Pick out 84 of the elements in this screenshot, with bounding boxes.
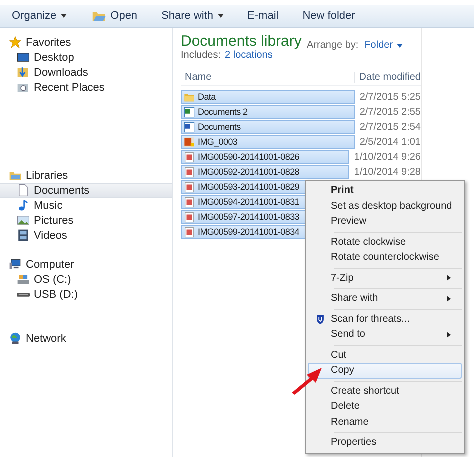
date-modified: 2/5/2014 1:01	[358, 136, 421, 148]
toolbar-button[interactable]: Organize	[6, 8, 73, 24]
nav-group-label[interactable]: Computer	[26, 258, 74, 270]
caret-icon	[60, 14, 67, 18]
file-name: IMG00592-20141001-0828	[198, 167, 300, 177]
image-file-icon	[184, 196, 195, 208]
image-file-icon	[184, 212, 195, 222]
image-file-icon	[184, 182, 195, 192]
locations-link[interactable]: 2 locations	[225, 50, 273, 61]
media-file-icon	[184, 136, 195, 148]
includes-label: Includes:	[181, 50, 222, 61]
toolbar-button[interactable]: Share with	[156, 8, 230, 24]
menu-item[interactable]: Rename	[308, 414, 462, 430]
file-name: Documents	[198, 122, 241, 132]
nav-item[interactable]: Recent Places	[0, 80, 172, 95]
nav-group-label[interactable]: Favorites	[26, 36, 72, 48]
globe-icon	[9, 332, 22, 345]
date-modified: 1/10/2014 9:26	[353, 152, 421, 162]
nav-item[interactable]: Desktop	[0, 50, 172, 65]
menu-item[interactable]: 7-Zip	[308, 270, 462, 286]
menu-item[interactable]: Preview	[308, 214, 462, 230]
menu-item[interactable]: Set as desktop background	[308, 198, 462, 214]
image-file-icon	[184, 226, 195, 238]
toolbar-button[interactable]: E-mail	[242, 8, 285, 24]
nav-item[interactable]: Downloads	[0, 65, 172, 80]
submenu-arrow-icon	[447, 275, 451, 282]
menu-item[interactable]: Delete	[308, 399, 462, 414]
library-title: Documents library	[181, 33, 301, 50]
submenu-arrow-icon	[447, 296, 451, 302]
drive-icon	[17, 292, 30, 296]
menu-item[interactable]: Rotate counterclockwise	[308, 250, 462, 266]
file-name: IMG00593-20141001-0829	[198, 182, 300, 192]
menu-item[interactable]: Share with	[308, 291, 462, 306]
date-modified: 2/7/2015 2:55	[358, 106, 421, 118]
menu-item[interactable]: Create shortcut	[308, 384, 462, 399]
file-name: Data	[198, 92, 216, 102]
nav-item[interactable]: Videos	[0, 228, 172, 243]
film-icon	[17, 229, 30, 242]
caret-icon	[397, 44, 404, 48]
file-name: IMG00597-20141001-0833	[198, 212, 300, 222]
toolbar-button[interactable]: Open	[84, 7, 144, 25]
file-name: Documents 2	[198, 107, 248, 117]
shield-icon	[314, 314, 326, 325]
date-modified: 1/10/2014 9:28	[353, 166, 421, 178]
arrange-label: Arrange by:	[307, 40, 359, 51]
date-modified: 2/7/2015 2:54	[358, 122, 421, 132]
arrange-dropdown[interactable]: Folder	[362, 40, 406, 51]
menu-item[interactable]: Cut	[308, 348, 462, 363]
nav-item[interactable]: OS (C:)	[0, 272, 172, 287]
star-icon	[9, 36, 22, 49]
drive-icon	[17, 273, 30, 286]
landscape-icon	[17, 214, 30, 227]
toolbar-button[interactable]: New folder	[296, 8, 362, 24]
menu-item[interactable]: Print	[308, 183, 462, 198]
image-file-icon	[184, 152, 195, 162]
file-name: IMG00599-20141001-0834	[198, 227, 300, 237]
computer-icon	[9, 258, 22, 271]
file-name: IMG00594-20141001-0831	[198, 197, 300, 207]
pointer-arrow	[290, 366, 324, 396]
nav-group-label[interactable]: Network	[26, 332, 66, 344]
file-name: IMG00590-20141001-0826	[198, 152, 300, 162]
image-file-icon	[184, 166, 195, 178]
word-document-icon	[184, 122, 195, 132]
folder-icon	[184, 92, 195, 102]
file-name: IMG_0003	[198, 137, 238, 147]
date-modified: 2/7/2015 5:25	[358, 92, 421, 102]
menu-item[interactable]: Send to	[308, 327, 462, 342]
music-note-icon	[17, 199, 30, 212]
menu-item[interactable]: Properties	[308, 435, 462, 450]
nav-item[interactable]: Music	[0, 198, 172, 213]
document-icon	[17, 184, 30, 197]
nav-item[interactable]: Pictures	[0, 213, 172, 228]
menu-item[interactable]: Rotate clockwise	[308, 234, 462, 250]
menu-item[interactable]: Scan for threats...	[308, 312, 462, 327]
monitor-icon	[17, 51, 30, 64]
column-header[interactable]: Date modified	[355, 72, 421, 82]
column-header[interactable]: Name	[181, 72, 356, 82]
nav-item[interactable]: USB (D:)	[0, 287, 172, 302]
submenu-arrow-icon	[447, 332, 451, 338]
menu-item[interactable]: Copy	[308, 363, 462, 378]
nav-item[interactable]: Documents	[0, 183, 172, 198]
nav-group-label[interactable]: Libraries	[26, 170, 68, 182]
caret-icon	[218, 14, 224, 18]
spreadsheet-icon	[184, 106, 195, 118]
